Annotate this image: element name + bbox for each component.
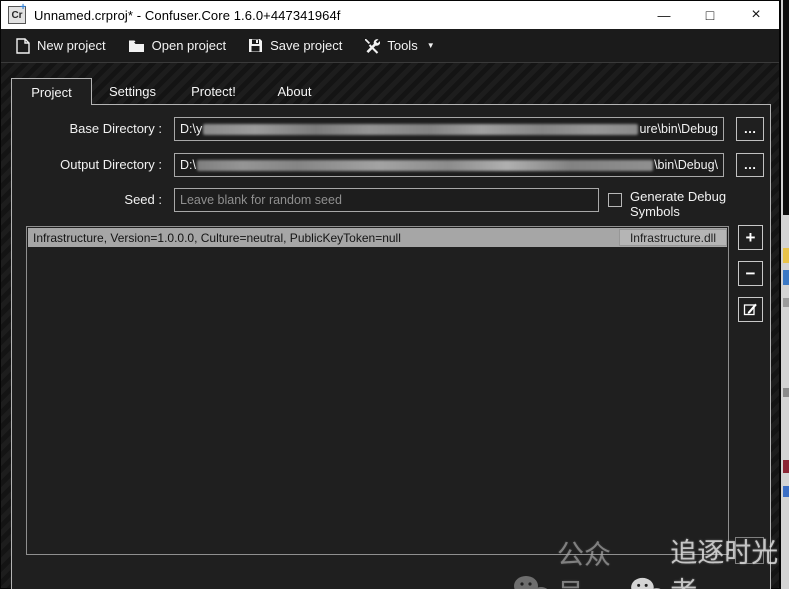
maximize-button[interactable]: □ [687, 1, 733, 29]
maximize-icon: □ [706, 7, 714, 23]
window-controls: — □ × [641, 1, 779, 29]
background-file-icon [783, 486, 789, 497]
background-file-icon [783, 298, 789, 307]
minimize-button[interactable]: — [641, 1, 687, 29]
tab-protect[interactable]: Protect! [173, 78, 254, 104]
new-document-icon [16, 38, 30, 54]
titlebar[interactable]: Cr + Unnamed.crproj* - Confuser.Core 1.6… [1, 1, 779, 29]
output-directory-input[interactable]: D:\ \bin\Debug\ [174, 153, 724, 177]
ellipsis-icon: … [744, 124, 757, 134]
main-content: Project Settings Protect! About Base Dir… [1, 63, 779, 588]
minus-icon: − [746, 265, 756, 282]
close-icon: × [751, 6, 760, 24]
background-folder-icon [783, 248, 789, 263]
tab-project-label: Project [31, 85, 71, 100]
generate-debug-symbols-label: Generate Debug Symbols [630, 189, 770, 219]
minimize-icon: — [658, 8, 671, 23]
remove-module-button[interactable]: − [738, 261, 763, 286]
background-file-icon [783, 460, 789, 473]
base-directory-prefix: D:\y [180, 122, 202, 136]
save-project-button[interactable]: Save project [239, 33, 351, 58]
tab-settings-label: Settings [109, 84, 156, 99]
save-project-label: Save project [270, 38, 342, 53]
window-title: Unnamed.crproj* - Confuser.Core 1.6.0+44… [34, 8, 341, 23]
tools-icon [364, 38, 380, 54]
add-module-button[interactable]: + [738, 225, 763, 250]
base-directory-input[interactable]: D:\y ure\bin\Debug [174, 117, 724, 141]
output-directory-prefix: D:\ [180, 158, 196, 172]
generate-debug-symbols-checkbox[interactable] [608, 193, 622, 207]
confuser-window: Cr + Unnamed.crproj* - Confuser.Core 1.6… [0, 0, 781, 589]
base-directory-suffix: ure\bin\Debug [639, 122, 718, 136]
app-icon: Cr + [8, 6, 26, 24]
plus-icon: + [746, 229, 756, 246]
background-file-icon [783, 388, 789, 397]
tab-protect-label: Protect! [191, 84, 236, 99]
open-project-label: Open project [152, 38, 226, 53]
close-button[interactable]: × [733, 1, 779, 29]
save-icon [248, 38, 263, 53]
desktop: Cr + Unnamed.crproj* - Confuser.Core 1.6… [0, 0, 789, 589]
seed-label: Seed : [12, 188, 162, 212]
module-assembly-name: Infrastructure, Version=1.0.0.0, Culture… [28, 231, 619, 245]
background-file-icon [783, 270, 789, 285]
ellipsis-icon: … [744, 160, 757, 170]
toolbar: New project Open project Save project To… [1, 29, 779, 63]
censored-path-blur [197, 160, 653, 171]
tabstrip: Project Settings Protect! About [11, 78, 335, 104]
tab-project[interactable]: Project [11, 78, 92, 105]
module-listbox[interactable]: Infrastructure, Version=1.0.0.0, Culture… [26, 226, 729, 555]
edit-module-button[interactable] [738, 297, 763, 322]
module-file-name: Infrastructure.dll [619, 229, 727, 246]
project-tab-panel: Base Directory : D:\y ure\bin\Debug … Ou… [11, 104, 771, 589]
base-directory-browse-button[interactable]: … [736, 117, 764, 141]
background-window-sliver [783, 0, 789, 589]
new-project-label: New project [37, 38, 106, 53]
base-directory-label: Base Directory : [12, 117, 162, 141]
tab-settings[interactable]: Settings [92, 78, 173, 104]
tab-about-label: About [278, 84, 312, 99]
edit-icon [743, 301, 758, 319]
open-folder-icon [128, 39, 145, 53]
open-project-button[interactable]: Open project [119, 33, 235, 58]
app-icon-plus: + [20, 2, 26, 13]
tools-label: Tools [387, 38, 417, 53]
module-list-item[interactable]: Infrastructure, Version=1.0.0.0, Culture… [28, 228, 727, 247]
seed-input[interactable]: Leave blank for random seed [174, 188, 599, 212]
tab-about[interactable]: About [254, 78, 335, 104]
censored-path-blur [203, 124, 638, 135]
new-project-button[interactable]: New project [7, 33, 115, 59]
output-directory-suffix: \bin\Debug\ [654, 158, 718, 172]
output-directory-label: Output Directory : [12, 153, 162, 177]
chevron-down-icon: ▼ [427, 41, 435, 50]
tools-button[interactable]: Tools ▼ [355, 33, 443, 59]
output-directory-browse-button[interactable]: … [736, 153, 764, 177]
